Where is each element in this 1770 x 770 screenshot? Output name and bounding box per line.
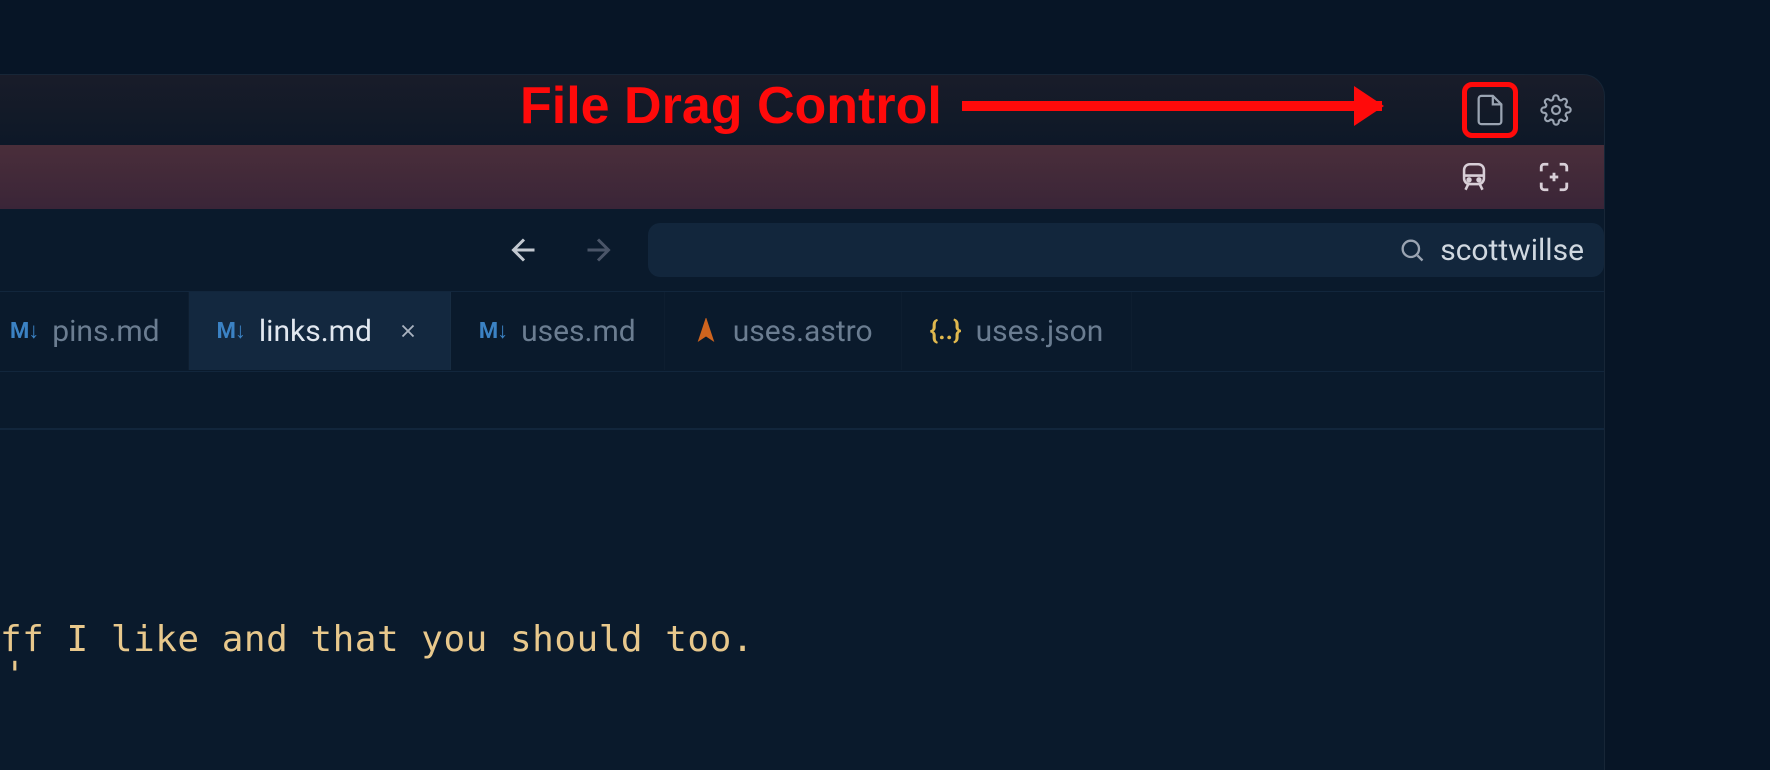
- arrow-right-icon: [580, 232, 616, 268]
- markdown-icon: M↓: [217, 318, 245, 344]
- close-icon: [397, 320, 419, 342]
- tab-label: links.md: [259, 314, 372, 349]
- annotation-arrow: [962, 101, 1382, 111]
- file-drag-control[interactable]: [1462, 82, 1518, 138]
- tab-pins-md[interactable]: M↓ pins.md: [0, 292, 189, 370]
- tab-uses-json[interactable]: {..} uses.json: [902, 292, 1133, 370]
- settings-button[interactable]: [1528, 82, 1584, 138]
- tab-label: pins.md: [52, 314, 159, 349]
- search-value: scottwillse: [1440, 233, 1584, 268]
- tab-close-button[interactable]: [394, 317, 422, 345]
- annotation-callout: File Drag Control: [520, 76, 1382, 136]
- code-line: ff I like and that you should too.: [0, 619, 754, 660]
- file-icon: [1473, 93, 1507, 127]
- nav-back-button[interactable]: [500, 226, 548, 274]
- transit-button[interactable]: [1454, 157, 1494, 197]
- markdown-icon: M↓: [10, 318, 38, 344]
- tab-label: uses.astro: [733, 314, 873, 349]
- astro-icon: [693, 318, 719, 344]
- train-icon: [1457, 160, 1491, 194]
- tab-links-md[interactable]: M↓ links.md: [189, 292, 451, 370]
- tab-strip: M↓ pins.md M↓ links.md M↓ uses.md uses.a…: [0, 291, 1604, 371]
- search-box[interactable]: scottwillse: [648, 223, 1604, 277]
- sub-toolbar: [0, 145, 1604, 209]
- editor-divider: [0, 428, 1604, 430]
- app-window: scottwillse M↓ pins.md M↓ links.md M↓ us…: [0, 74, 1605, 770]
- nav-forward-button[interactable]: [574, 226, 622, 274]
- tab-label: uses.md: [521, 314, 636, 349]
- gear-icon: [1540, 94, 1572, 126]
- search-icon: [1398, 236, 1426, 264]
- editor-area[interactable]: ff I like and that you should too. ': [0, 371, 1604, 770]
- arrow-left-icon: [506, 232, 542, 268]
- markdown-icon: M↓: [479, 318, 507, 344]
- json-icon: {..}: [930, 316, 962, 346]
- tab-label: uses.json: [976, 314, 1104, 349]
- code-caret-line: ': [4, 655, 26, 696]
- annotation-label: File Drag Control: [520, 76, 942, 136]
- nav-search-row: scottwillse: [0, 209, 1604, 291]
- focus-button[interactable]: [1534, 157, 1574, 197]
- tab-uses-astro[interactable]: uses.astro: [665, 292, 902, 370]
- tab-uses-md[interactable]: M↓ uses.md: [451, 292, 665, 370]
- expand-focus-icon: [1537, 160, 1571, 194]
